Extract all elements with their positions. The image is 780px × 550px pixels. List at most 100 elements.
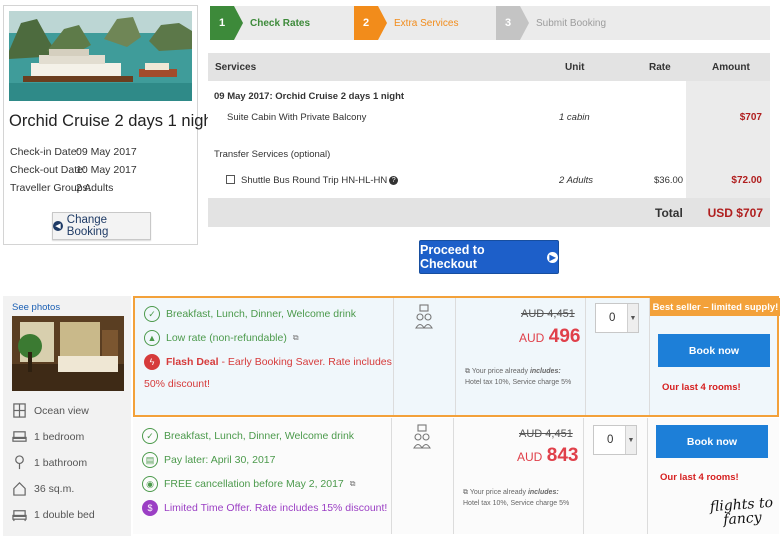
main-item-amount: $707 bbox=[739, 112, 762, 123]
checkin-row: Check-in Date:09 May 2017 bbox=[10, 146, 137, 158]
benefit-label: FREE cancellation before May 2, 2017 bbox=[164, 478, 344, 490]
total-value: USD $707 bbox=[707, 206, 763, 220]
see-photos-link[interactable]: See photos bbox=[12, 302, 60, 313]
header-amount: Amount bbox=[712, 62, 750, 73]
transfer-item-rate: $36.00 bbox=[654, 175, 684, 186]
price-value: 843 bbox=[546, 445, 579, 466]
header-rate: Rate bbox=[649, 62, 671, 73]
benefit-meals: ✓ Breakfast, Lunch, Dinner, Welcome drin… bbox=[144, 306, 356, 322]
tax-note: ⧉ Your price already includes: Hotel tax… bbox=[463, 487, 569, 509]
column-divider bbox=[585, 298, 586, 415]
travellers-label: Traveller Groups: bbox=[10, 182, 91, 194]
check-icon: ✓ bbox=[142, 428, 158, 444]
travellers-row: Traveller Groups:2 Adults bbox=[10, 182, 113, 194]
original-price: AUD 4,451 bbox=[519, 428, 573, 440]
header-services: Services bbox=[215, 62, 257, 73]
tax-note-bold: includes: bbox=[529, 368, 561, 375]
services-table: Services Unit Rate Amount 09 May 2017: O… bbox=[208, 53, 770, 227]
flash-deal-title: Flash Deal bbox=[166, 356, 219, 368]
copy-info-icon[interactable]: ⧉ bbox=[293, 333, 299, 343]
step-submit-booking[interactable]: 3 Submit Booking bbox=[496, 6, 606, 40]
best-seller-badge: Best seller – limited supply! bbox=[650, 298, 780, 316]
tax-note-label: Your price already bbox=[471, 368, 530, 375]
benefit-low-rate: ▲ Low rate (non-refundable) ⧉ bbox=[144, 330, 299, 346]
house-icon bbox=[13, 482, 26, 496]
header-unit: Unit bbox=[565, 62, 585, 73]
room-quantity-select[interactable]: 0 ▼ bbox=[593, 425, 637, 455]
main-item-unit: 1 cabin bbox=[559, 112, 590, 123]
feature-label: Ocean view bbox=[34, 404, 89, 417]
main-item-name: Suite Cabin With Private Balcony bbox=[227, 112, 367, 123]
checkout-row: Check-out Date:10 May 2017 bbox=[10, 164, 137, 176]
guests-icon bbox=[415, 304, 433, 329]
benefit-label: Breakfast, Lunch, Dinner, Welcome drink bbox=[164, 430, 355, 442]
copy-info-icon[interactable]: ⧉ bbox=[350, 479, 356, 489]
step-check-rates[interactable]: 1 Check Rates bbox=[210, 6, 310, 40]
feature-double-bed: 1 double bed bbox=[12, 507, 95, 522]
help-icon[interactable]: ? bbox=[389, 175, 399, 185]
transfer-item-name: Shuttle Bus Round Trip HN-HL-HN? bbox=[241, 175, 399, 186]
transfer-item-label: Shuttle Bus Round Trip HN-HL-HN bbox=[241, 175, 388, 186]
doc-icon: ⧉ bbox=[463, 489, 468, 496]
step-label: Check Rates bbox=[250, 17, 311, 29]
feature-size: 36 sq.m. bbox=[12, 481, 74, 496]
total-label: Total bbox=[655, 206, 683, 220]
flash-deal-text: Flash Deal - Early Booking Saver. Rate i… bbox=[166, 356, 392, 368]
chevron-down-icon: ▼ bbox=[625, 426, 636, 454]
column-divider bbox=[647, 418, 648, 534]
benefit-flash-deal: ϟ Flash Deal - Early Booking Saver. Rate… bbox=[144, 354, 392, 370]
change-booking-button[interactable]: ◀ Change Booking bbox=[52, 212, 151, 240]
benefit-meals: ✓ Breakfast, Lunch, Dinner, Welcome drin… bbox=[142, 428, 354, 444]
book-now-button[interactable]: Book now bbox=[658, 334, 770, 367]
book-now-button[interactable]: Book now bbox=[656, 425, 768, 458]
check-icon: ✓ bbox=[144, 306, 160, 322]
price-currency: AUD bbox=[517, 450, 543, 464]
tax-note-bold: includes: bbox=[527, 489, 559, 496]
benefit-free-cancellation: ◉ FREE cancellation before May 2, 2017 ⧉ bbox=[142, 476, 356, 492]
column-divider bbox=[455, 298, 456, 415]
arrow-left-circle-icon: ◀ bbox=[53, 221, 63, 231]
chevron-down-icon: ▼ bbox=[627, 304, 638, 332]
doc-icon: ⧉ bbox=[465, 368, 470, 375]
guests-icon bbox=[413, 424, 431, 449]
step-extra-services[interactable]: 2 Extra Services bbox=[354, 6, 458, 40]
booking-steps: 1 Check Rates 2 Extra Services 3 Submit … bbox=[210, 6, 770, 40]
column-divider bbox=[391, 418, 392, 534]
transfer-item-unit: 2 Adults bbox=[559, 175, 593, 186]
rooms-left-notice: Our last 4 rooms! bbox=[662, 382, 741, 393]
proceed-to-checkout-button[interactable]: Proceed to Checkout ▶ bbox=[419, 240, 559, 274]
step-number: 3 bbox=[496, 6, 529, 40]
step-label: Extra Services bbox=[394, 17, 459, 29]
rate-option: ✓ Breakfast, Lunch, Dinner, Welcome drin… bbox=[133, 418, 779, 534]
low-rate-icon: ▲ bbox=[144, 330, 160, 346]
tax-note-detail: Hotel tax 10%, Service charge 5% bbox=[463, 500, 570, 507]
change-booking-label: Change Booking bbox=[66, 214, 109, 238]
checkin-value: 09 May 2017 bbox=[76, 146, 137, 158]
checkout-label: Check-out Date: bbox=[10, 164, 86, 176]
feature-bathroom: 1 bathroom bbox=[12, 455, 87, 470]
booking-summary-card: Orchid Cruise 2 days 1 night Check-in Da… bbox=[3, 5, 217, 245]
benefit-label: Breakfast, Lunch, Dinner, Welcome drink bbox=[166, 308, 357, 320]
discounted-price: AUD 843 bbox=[517, 445, 579, 467]
column-divider bbox=[393, 298, 394, 415]
room-quantity-select[interactable]: 0 ▼ bbox=[595, 303, 639, 333]
offer-icon: $ bbox=[142, 500, 158, 516]
rate-option: ✓ Breakfast, Lunch, Dinner, Welcome drin… bbox=[133, 296, 780, 417]
bathroom-icon bbox=[15, 455, 24, 470]
calendar-icon: ▤ bbox=[142, 452, 158, 468]
checkout-value: 10 May 2017 bbox=[76, 164, 137, 176]
quantity-value: 0 bbox=[609, 312, 616, 324]
quantity-value: 0 bbox=[607, 434, 614, 446]
tax-note: ⧉ Your price already includes: Hotel tax… bbox=[465, 366, 571, 388]
step-label: Submit Booking bbox=[536, 17, 607, 29]
feature-label: 36 sq.m. bbox=[34, 482, 75, 495]
cancellation-icon: ◉ bbox=[142, 476, 158, 492]
cruise-photo bbox=[9, 11, 192, 101]
flash-deal-desc: - Early Booking Saver. Rate includes bbox=[218, 356, 392, 368]
feature-label: 1 double bed bbox=[34, 508, 95, 521]
room-photo[interactable] bbox=[12, 316, 124, 391]
price-value: 496 bbox=[548, 326, 581, 347]
benefit-label: Limited Time Offer. Rate includes 15% di… bbox=[164, 502, 388, 514]
benefit-label: Pay later: April 30, 2017 bbox=[164, 454, 276, 466]
shuttle-bus-checkbox[interactable] bbox=[226, 175, 235, 184]
